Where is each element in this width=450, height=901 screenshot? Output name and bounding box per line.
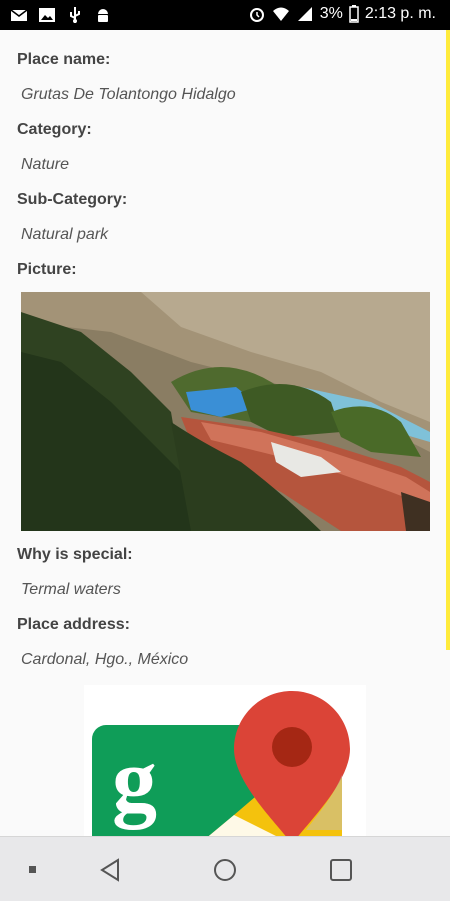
status-bar-notifications xyxy=(10,6,112,24)
category-value: Nature xyxy=(21,156,70,173)
android-icon xyxy=(98,9,108,22)
subcategory-label: Sub-Category: xyxy=(17,191,128,208)
why-special-label: Why is special: xyxy=(17,546,133,563)
place-details[interactable]: Place name: Grutas De Tolantongo Hidalgo… xyxy=(0,30,444,836)
home-icon[interactable] xyxy=(210,855,240,885)
alarm-icon xyxy=(249,8,264,22)
overview-icon[interactable] xyxy=(326,855,356,885)
navigation-bar xyxy=(0,836,450,901)
place-name-label: Place name: xyxy=(17,51,111,68)
scrollbar[interactable] xyxy=(446,30,450,650)
signal-icon xyxy=(297,7,312,21)
image-icon xyxy=(39,8,55,22)
status-bar-system: 3% 2:13 p. m. xyxy=(248,5,436,23)
address-label: Place address: xyxy=(17,616,130,633)
address-value: Cardonal, Hgo., México xyxy=(21,651,189,668)
google-maps-icon[interactable]: g xyxy=(84,685,366,836)
usb-icon xyxy=(70,7,80,23)
picture-label: Picture: xyxy=(17,261,77,278)
wifi-icon xyxy=(272,7,289,21)
maps-g-glyph: g xyxy=(112,731,157,830)
mail-icon xyxy=(10,9,28,21)
place-photo xyxy=(21,292,430,531)
subcategory-value: Natural park xyxy=(21,226,109,243)
battery-percent: 3% xyxy=(319,5,343,22)
why-special-value: Termal waters xyxy=(21,581,121,598)
back-icon[interactable] xyxy=(96,855,126,885)
battery-icon xyxy=(349,5,359,23)
place-name-value: Grutas De Tolantongo Hidalgo xyxy=(21,86,236,103)
google-maps-logo: g xyxy=(92,691,350,836)
clock: 2:13 p. m. xyxy=(364,5,436,22)
category-label: Category: xyxy=(17,121,92,138)
recents-dot-icon[interactable] xyxy=(18,855,48,885)
status-bar: 3% 2:13 p. m. xyxy=(0,0,450,30)
